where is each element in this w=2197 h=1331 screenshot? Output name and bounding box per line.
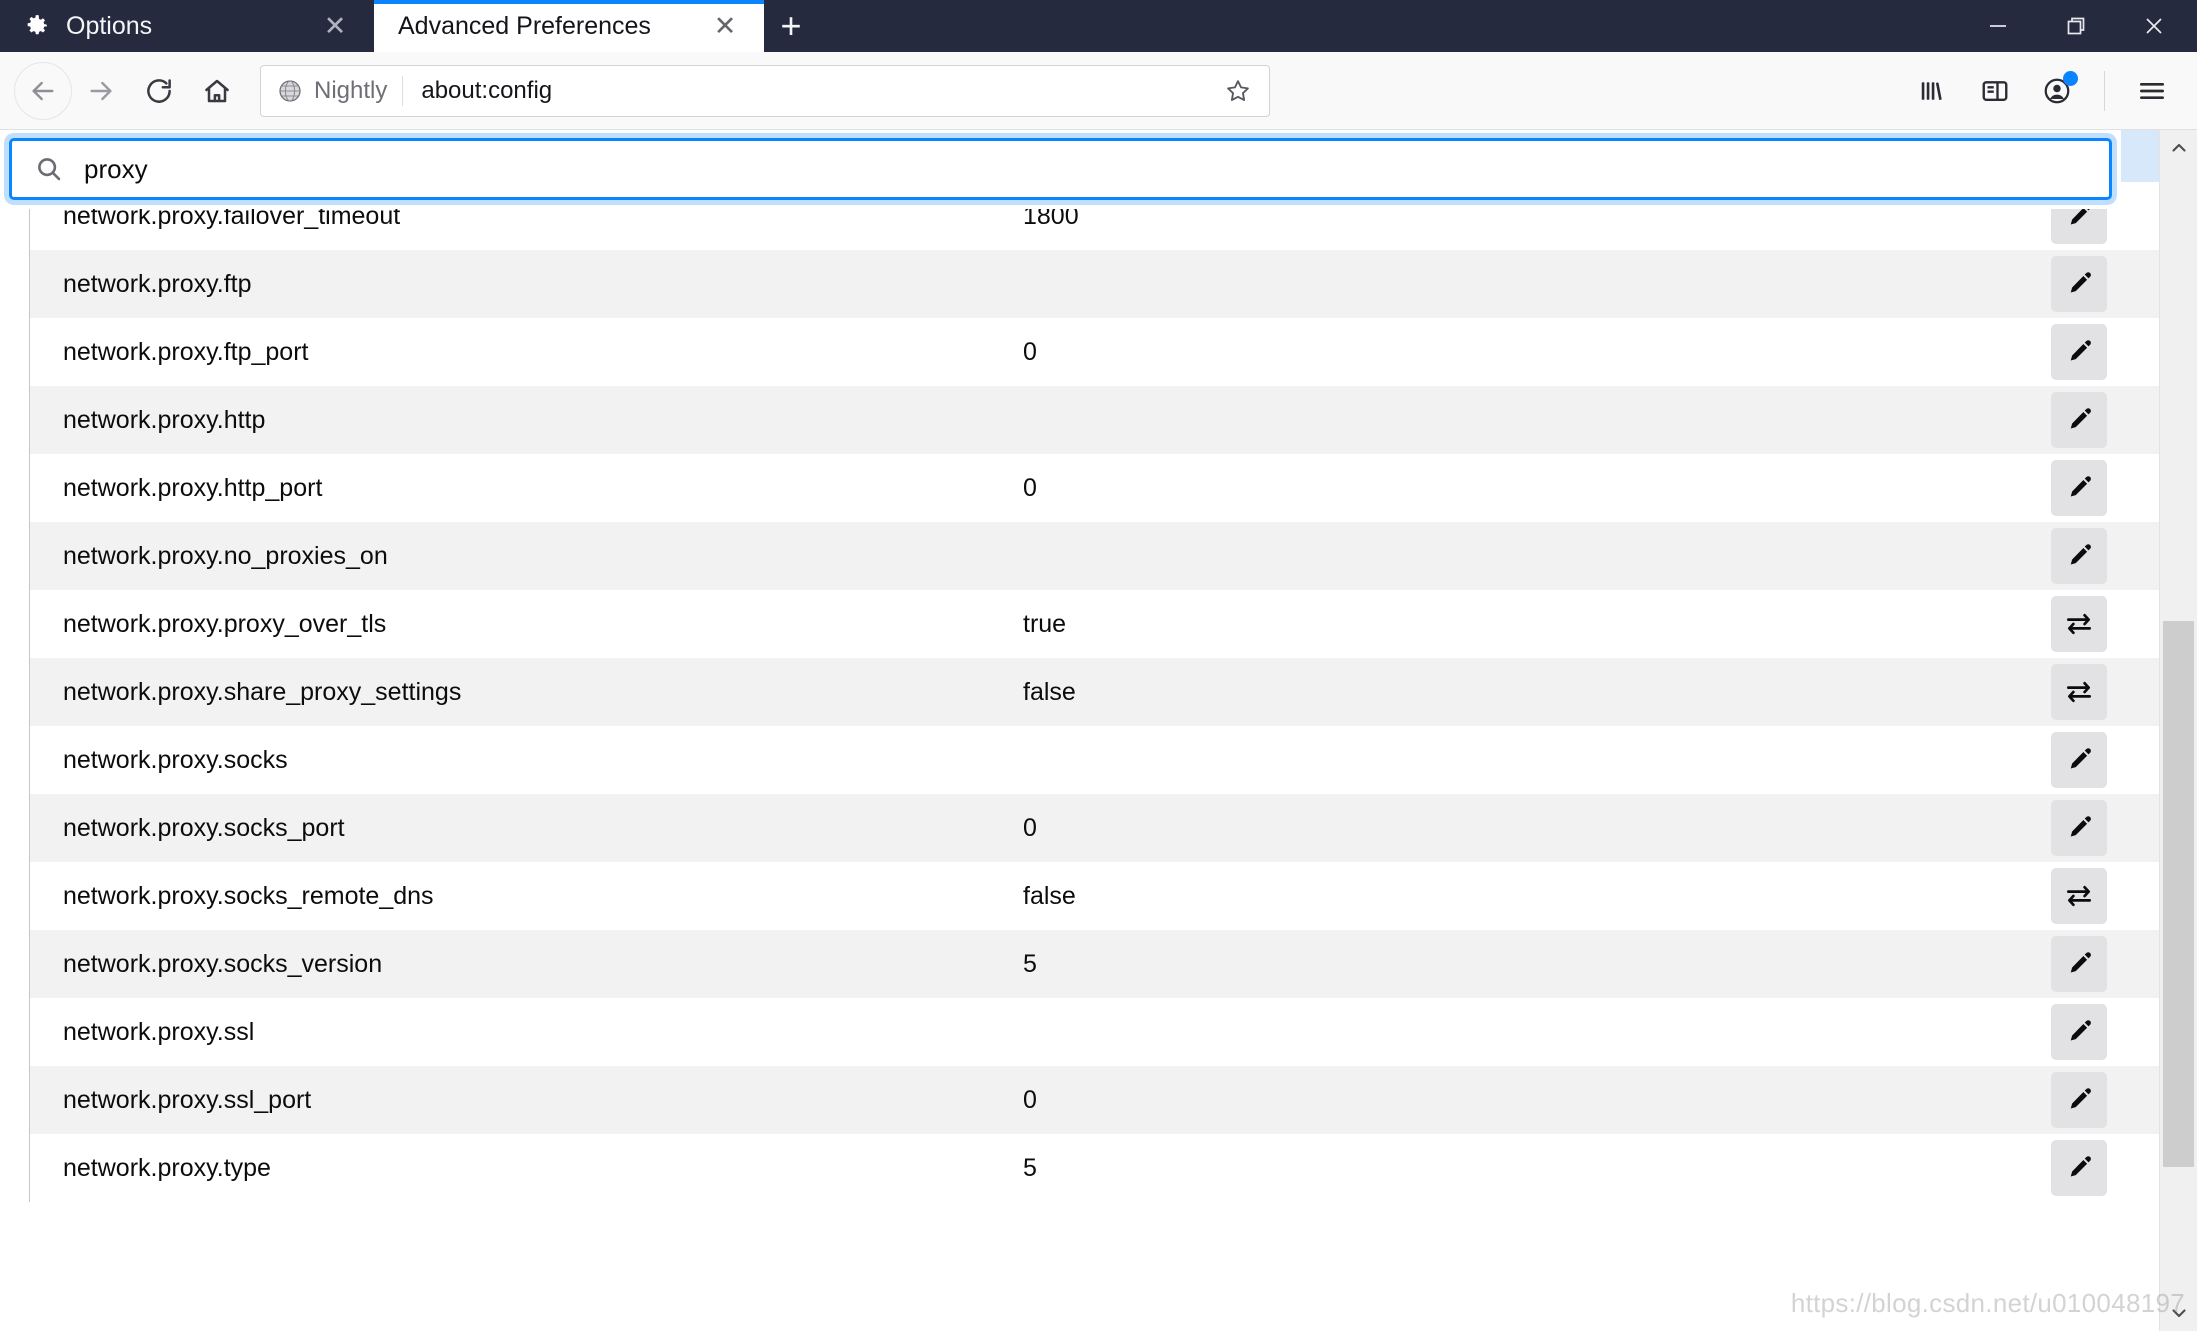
preference-name: network.proxy.http_port <box>63 475 323 501</box>
account-icon[interactable] <box>2026 62 2088 120</box>
preference-name: network.proxy.ssl <box>63 1019 255 1045</box>
preference-name: network.proxy.proxy_over_tls <box>63 611 387 637</box>
toggle-button[interactable] <box>2051 868 2107 924</box>
nightly-globe-icon <box>277 78 303 104</box>
search-bar-container: proxy <box>0 130 2121 209</box>
tab-options[interactable]: Options ✕ <box>0 0 374 52</box>
identity-box[interactable]: Nightly <box>277 75 404 106</box>
preference-name: network.proxy.http <box>63 407 266 433</box>
preference-name: network.proxy.ssl_port <box>63 1087 312 1113</box>
preference-value: true <box>1023 609 1067 638</box>
preference-value: 0 <box>1023 473 1037 502</box>
edit-button[interactable] <box>2051 800 2107 856</box>
preference-value: false <box>1023 881 1076 910</box>
table-row[interactable]: network.proxy.http_port 0 <box>30 454 2159 522</box>
toolbar-divider <box>2104 70 2105 111</box>
toggle-button[interactable] <box>2051 664 2107 720</box>
edit-button[interactable] <box>2051 732 2107 788</box>
preference-value: 5 <box>1023 949 1037 978</box>
table-row[interactable]: network.proxy.socks_remote_dns false <box>30 862 2159 930</box>
preference-name: network.proxy.ftp_port <box>63 339 309 365</box>
tab-close-icon[interactable]: ✕ <box>708 9 742 43</box>
minimize-icon[interactable] <box>1959 0 2037 52</box>
preference-name: network.proxy.ftp <box>63 271 252 297</box>
table-row[interactable]: network.proxy.socks <box>30 726 2159 794</box>
toolbar-right-actions <box>1902 62 2183 120</box>
scroll-up-arrow-icon[interactable] <box>2160 130 2197 166</box>
window-controls <box>1959 0 2197 52</box>
table-row[interactable]: network.proxy.ftp_port 0 <box>30 318 2159 386</box>
gear-icon <box>24 13 50 39</box>
search-input[interactable]: proxy <box>9 138 2112 200</box>
edit-button[interactable] <box>2051 256 2107 312</box>
preference-value: 5 <box>1023 1153 1037 1182</box>
table-row[interactable]: network.proxy.http <box>30 386 2159 454</box>
home-button[interactable] <box>188 62 246 120</box>
search-input-value: proxy <box>84 154 148 184</box>
vertical-scrollbar[interactable] <box>2159 130 2197 1331</box>
library-icon[interactable] <box>1902 62 1964 120</box>
edit-button[interactable] <box>2051 324 2107 380</box>
table-row[interactable]: network.proxy.type 5 <box>30 1134 2159 1202</box>
preference-value: 0 <box>1023 1085 1037 1114</box>
back-button[interactable] <box>14 61 72 120</box>
table-row[interactable]: network.proxy.socks_version 5 <box>30 930 2159 998</box>
preference-name: network.proxy.share_proxy_settings <box>63 679 462 705</box>
table-row[interactable]: network.proxy.share_proxy_settings false <box>30 658 2159 726</box>
bookmark-star-icon[interactable] <box>1219 72 1257 110</box>
search-icon <box>34 154 64 184</box>
url-text[interactable]: about:config <box>403 79 1219 103</box>
edit-button[interactable] <box>2051 1072 2107 1128</box>
edit-button[interactable] <box>2051 1004 2107 1060</box>
identity-label: Nightly <box>314 76 388 104</box>
scrollbar-track[interactable] <box>2160 166 2197 1295</box>
tab-advanced-preferences[interactable]: Advanced Preferences ✕ <box>374 0 764 52</box>
tab-title: Options <box>66 13 153 39</box>
preference-name: network.proxy.type <box>63 1155 271 1181</box>
scroll-down-arrow-icon[interactable] <box>2160 1295 2197 1331</box>
preference-name: network.proxy.socks <box>63 747 288 773</box>
forward-button[interactable] <box>72 62 130 120</box>
preferences-pane: network.proxy.enable_wpad_over_dhcptruen… <box>0 130 2159 1331</box>
hamburger-menu-icon[interactable] <box>2121 62 2183 120</box>
preference-name: network.proxy.no_proxies_on <box>63 543 388 569</box>
edit-button[interactable] <box>2051 392 2107 448</box>
table-row[interactable]: network.proxy.no_proxies_on <box>30 522 2159 590</box>
table-row[interactable]: network.proxy.ftp <box>30 250 2159 318</box>
preference-name: network.proxy.socks_port <box>63 815 345 841</box>
preference-name: network.proxy.socks_version <box>63 951 383 977</box>
table-row[interactable]: network.proxy.ssl <box>30 998 2159 1066</box>
edit-button[interactable] <box>2051 1140 2107 1196</box>
url-bar[interactable]: Nightly about:config <box>260 64 1270 117</box>
edit-button[interactable] <box>2051 528 2107 584</box>
tab-close-icon[interactable]: ✕ <box>318 9 352 43</box>
tab-strip: Options ✕ Advanced Preferences ✕ + <box>0 0 2197 52</box>
preferences-table: network.proxy.enable_wpad_over_dhcptruen… <box>29 130 2159 1202</box>
account-notification-badge <box>2063 70 2078 86</box>
tab-title: Advanced Preferences <box>398 13 651 39</box>
new-tab-button[interactable]: + <box>764 0 818 52</box>
sidebar-icon[interactable] <box>1964 62 2026 120</box>
table-row[interactable]: network.proxy.ssl_port 0 <box>30 1066 2159 1134</box>
scrollbar-thumb[interactable] <box>2163 621 2194 1167</box>
edit-button[interactable] <box>2051 460 2107 516</box>
navigation-toolbar: Nightly about:config <box>0 52 2197 130</box>
preference-value: false <box>1023 677 1076 706</box>
table-row[interactable]: network.proxy.proxy_over_tls true <box>30 590 2159 658</box>
preference-value: 0 <box>1023 813 1037 842</box>
preference-name: network.proxy.socks_remote_dns <box>63 883 434 909</box>
table-row[interactable]: network.proxy.socks_port 0 <box>30 794 2159 862</box>
close-icon[interactable] <box>2115 0 2193 52</box>
reload-button[interactable] <box>130 62 188 120</box>
edit-button[interactable] <box>2051 936 2107 992</box>
preference-value: 0 <box>1023 337 1037 366</box>
restore-icon[interactable] <box>2037 0 2115 52</box>
toggle-button[interactable] <box>2051 596 2107 652</box>
about-config-page: network.proxy.enable_wpad_over_dhcptruen… <box>0 130 2197 1331</box>
